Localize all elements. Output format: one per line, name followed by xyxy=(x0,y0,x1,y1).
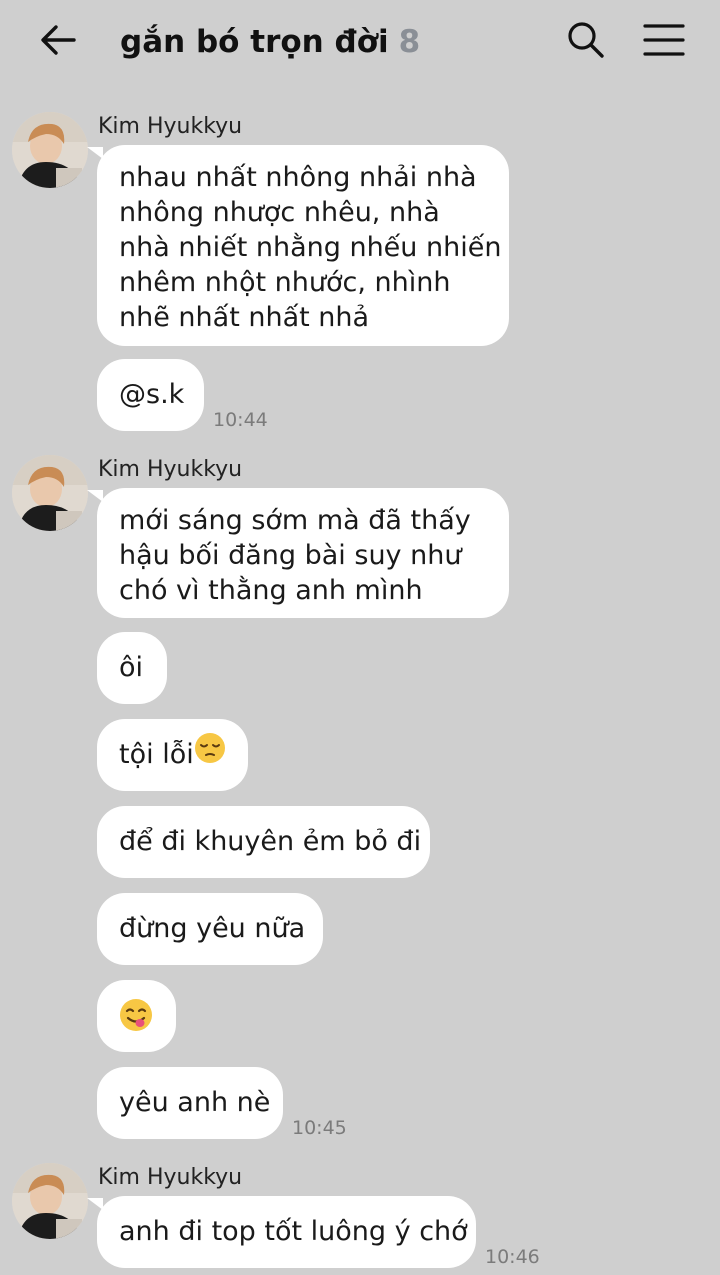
menu-button[interactable] xyxy=(636,16,692,68)
message-timestamp: 10:45 xyxy=(292,1117,347,1139)
message-bubble[interactable]: đừng yêu nữa xyxy=(97,893,323,965)
message-line: nhau nhất nhông nhải nhà xyxy=(119,162,477,193)
sender-name: Kim Hyukkyu xyxy=(98,457,243,482)
message-bubble[interactable]: tội lỗi xyxy=(97,719,248,791)
member-count: 8 xyxy=(398,24,421,60)
message-text: anh đi top tốt luông ý chớ xyxy=(119,1216,468,1247)
message-text: đừng yêu nữa xyxy=(119,913,306,944)
hamburger-menu-icon xyxy=(643,23,685,61)
chat-title: gắn bó trọn đời 8 xyxy=(120,20,420,64)
message-text: để đi khuyên ẻm bỏ đi xyxy=(119,826,422,857)
group-name: gắn bó trọn đời xyxy=(120,24,389,60)
message-timestamp: 10:44 xyxy=(213,409,268,431)
message-line: nhêm nhột nhước, nhình xyxy=(119,267,451,298)
sender-avatar[interactable] xyxy=(12,112,88,188)
message-bubble[interactable]: để đi khuyên ẻm bỏ đi xyxy=(97,806,430,878)
message-line: mới sáng sớm mà đã thấy xyxy=(119,505,471,536)
back-button[interactable] xyxy=(30,19,86,65)
message-timestamp: 10:46 xyxy=(485,1246,540,1268)
message-bubble[interactable]: @s.k xyxy=(97,359,204,431)
face-savoring-food-emoji xyxy=(119,998,153,1041)
message-line: hậu bối đăng bài suy như xyxy=(119,540,462,571)
message-bubble[interactable]: yêu anh nè xyxy=(97,1067,283,1139)
sender-name: Kim Hyukkyu xyxy=(98,1165,243,1190)
message-bubble[interactable]: ôi xyxy=(97,632,167,704)
message-bubble[interactable]: mới sáng sớm mà đã thấy hậu bối đăng bài… xyxy=(87,488,509,618)
message-bubble[interactable] xyxy=(97,980,176,1052)
sender-name: Kim Hyukkyu xyxy=(98,114,243,139)
sender-avatar[interactable] xyxy=(12,455,88,531)
pensive-face-emoji xyxy=(194,733,226,773)
message-bubble[interactable]: anh đi top tốt luông ý chớ xyxy=(87,1196,476,1268)
message-text: tội lỗi xyxy=(119,739,194,770)
mention-text: @s.k xyxy=(119,379,185,410)
message-text: ôi xyxy=(119,652,144,683)
message-bubble[interactable]: nhau nhất nhông nhải nhà nhông nhược nhê… xyxy=(87,145,509,346)
message-line: chó vì thằng anh mình xyxy=(119,575,423,606)
message-line: nhẽ nhất nhất nhả xyxy=(119,302,370,333)
message-text: yêu anh nè xyxy=(119,1087,271,1118)
search-button[interactable] xyxy=(558,16,614,68)
chat-header: gắn bó trọn đời 8 xyxy=(0,0,720,86)
search-icon xyxy=(566,20,606,64)
arrow-left-icon xyxy=(38,20,78,64)
message-line: nhà nhiết nhằng nhếu nhiến xyxy=(119,232,502,263)
message-line: nhông nhược nhêu, nhà xyxy=(119,197,440,228)
sender-avatar[interactable] xyxy=(12,1163,88,1239)
